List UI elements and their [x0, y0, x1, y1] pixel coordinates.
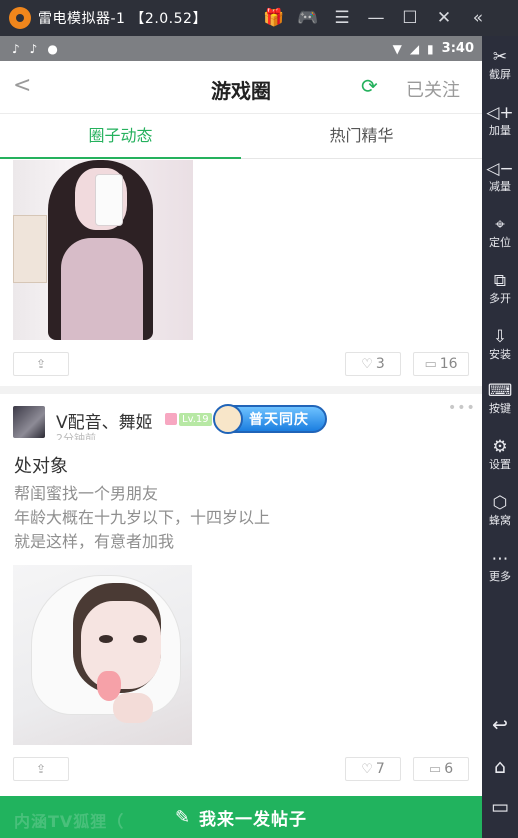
post-divider [0, 386, 482, 394]
sidebar-item-settings[interactable]: ⚙ 设置 [482, 436, 518, 472]
level-badge: Lv.19 [179, 413, 212, 426]
tab-circle-feed[interactable]: 圈子动态 [0, 114, 241, 158]
emulator-logo [9, 7, 31, 29]
comment-button[interactable]: ▭ 6 [413, 757, 469, 781]
post-time: 2分钟前 [56, 432, 96, 440]
tab-hot-picks[interactable]: 热门精华 [241, 114, 482, 158]
emulator-title: 雷电模拟器-1 【2.0.52】 [38, 11, 207, 27]
share-button[interactable]: ⇪ [13, 352, 69, 376]
menu-icon[interactable]: ☰ [325, 0, 359, 36]
recents-icon[interactable]: ▭ [482, 796, 518, 818]
sidebar-item-install[interactable]: ⇩ 安装 [482, 326, 518, 362]
share-icon: ⇪ [35, 357, 47, 371]
close-icon[interactable]: ✕ [427, 0, 461, 36]
sidebar-item-more[interactable]: ⋯ 更多 [482, 548, 518, 584]
post-image[interactable] [13, 565, 192, 745]
post-body-line: 年龄大概在十九岁以下，十四岁以上 [14, 508, 271, 527]
share-icon: ⇪ [35, 762, 47, 776]
like-count: 3 [375, 356, 385, 372]
heart-icon: ♡ [361, 356, 373, 372]
comment-count: 6 [444, 761, 454, 777]
multi-open-icon: ⧉ [493, 271, 507, 291]
heart-icon: ♡ [361, 761, 373, 777]
keyboard-icon: ⌨ [487, 381, 513, 401]
event-badge: 普天同庆 [213, 404, 327, 434]
more-icon: ⋯ [491, 549, 509, 569]
comment-count: 16 [439, 356, 458, 372]
volume-up-icon: ◁+ [486, 103, 514, 123]
comment-icon: ▭ [424, 356, 437, 372]
tiktok-icon: ♪ [29, 41, 38, 56]
collapse-icon[interactable]: « [461, 0, 495, 36]
location-icon: ⌖ [495, 215, 505, 235]
followed-button[interactable]: 已关注 [406, 76, 460, 102]
apk-install-icon: ⇩ [492, 327, 508, 347]
settings-icon: ⚙ [492, 437, 508, 457]
like-button[interactable]: ♡ 7 [345, 757, 401, 781]
screenshot-icon: ✂ [492, 47, 508, 67]
sidebar-item-hive[interactable]: ⬡ 蜂窝 [482, 492, 518, 528]
sidebar-item-volume-down[interactable]: ◁− 减量 [482, 158, 518, 194]
like-count: 7 [375, 761, 385, 777]
post-body[interactable]: 帮闺蜜找一个男朋友 年龄大概在十九岁以下，十四岁以上 就是这样，有意者加我 [14, 482, 270, 554]
badge-avatar-icon [213, 404, 243, 434]
sidebar-item-screenshot[interactable]: ✂ 截屏 [482, 46, 518, 82]
event-badge-text: 普天同庆 [249, 412, 309, 428]
wifi-icon: ▼ [392, 41, 402, 56]
sidebar-item-volume-up[interactable]: ◁+ 加量 [482, 102, 518, 138]
status-bar: ♪ ♪ ● ▼ ◢ ▮ 3:40 [0, 36, 482, 61]
home-icon[interactable]: ⌂ [482, 756, 518, 778]
share-button[interactable]: ⇪ [13, 757, 69, 781]
gender-female-icon [165, 413, 177, 425]
comment-button[interactable]: ▭ 16 [413, 352, 469, 376]
maximize-icon[interactable]: ☐ [393, 0, 427, 36]
android-screen: ♪ ♪ ● ▼ ◢ ▮ 3:40 < 游戏圈 ⟳ 已关注 圈子动态 热门精华 ⇪ [0, 36, 482, 838]
minimize-icon[interactable]: — [359, 0, 393, 36]
no-signal-icon: ◢ [409, 41, 420, 56]
sidebar-item-keymap[interactable]: ⌨ 按键 [482, 380, 518, 416]
sidebar-item-multi-open[interactable]: ⧉ 多开 [482, 270, 518, 306]
gamepad-icon[interactable]: 🎮 [291, 0, 325, 36]
chat-bubble-icon: ● [47, 41, 58, 56]
app-header: < 游戏圈 ⟳ 已关注 [0, 61, 482, 114]
emulator-title-bar: 雷电模拟器-1 【2.0.52】 🎁 🎮 ☰ — ☐ ✕ « [0, 0, 518, 36]
watermark-text: 内涵TV狐狸（ [14, 812, 125, 831]
back-icon[interactable]: ↩ [482, 714, 518, 736]
gift-icon[interactable]: 🎁 [257, 0, 291, 36]
post-body-line: 帮闺蜜找一个男朋友 [14, 484, 159, 503]
tiktok-icon: ♪ [12, 41, 20, 56]
new-post-label: 我来一发帖子 [199, 809, 308, 830]
post-title[interactable]: 处对象 [14, 452, 68, 478]
tab-bar: 圈子动态 热门精华 [0, 114, 482, 159]
more-options-icon[interactable]: ••• [448, 400, 476, 416]
active-tab-indicator [0, 157, 241, 159]
hive-icon: ⬡ [492, 493, 508, 513]
sidebar-item-location[interactable]: ⌖ 定位 [482, 214, 518, 250]
battery-icon: ▮ [427, 41, 434, 56]
refresh-icon[interactable]: ⟳ [361, 74, 378, 98]
edit-icon: ✎ [174, 806, 192, 828]
new-post-button[interactable]: 内涵TV狐狸（ ✎ 我来一发帖子 [0, 796, 482, 838]
volume-down-icon: ◁− [486, 159, 514, 179]
post-body-line: 就是这样，有意者加我 [14, 532, 175, 551]
post-image[interactable] [13, 160, 193, 340]
post-feed[interactable]: ⇪ ♡ 3 ▭ 16 V配音、舞姬 Lv.19 普天同庆 ••• 2分钟前 处对… [0, 160, 482, 796]
comment-icon: ▭ [428, 761, 442, 777]
avatar[interactable] [13, 406, 45, 438]
username[interactable]: V配音、舞姬 [56, 408, 153, 433]
emulator-sidebar: ✂ 截屏 ◁+ 加量 ◁− 减量 ⌖ 定位 ⧉ 多开 ⇩ 安装 ⌨ 按键 ⚙ 设… [482, 36, 518, 838]
status-time: 3:40 [441, 41, 474, 56]
like-button[interactable]: ♡ 3 [345, 352, 401, 376]
